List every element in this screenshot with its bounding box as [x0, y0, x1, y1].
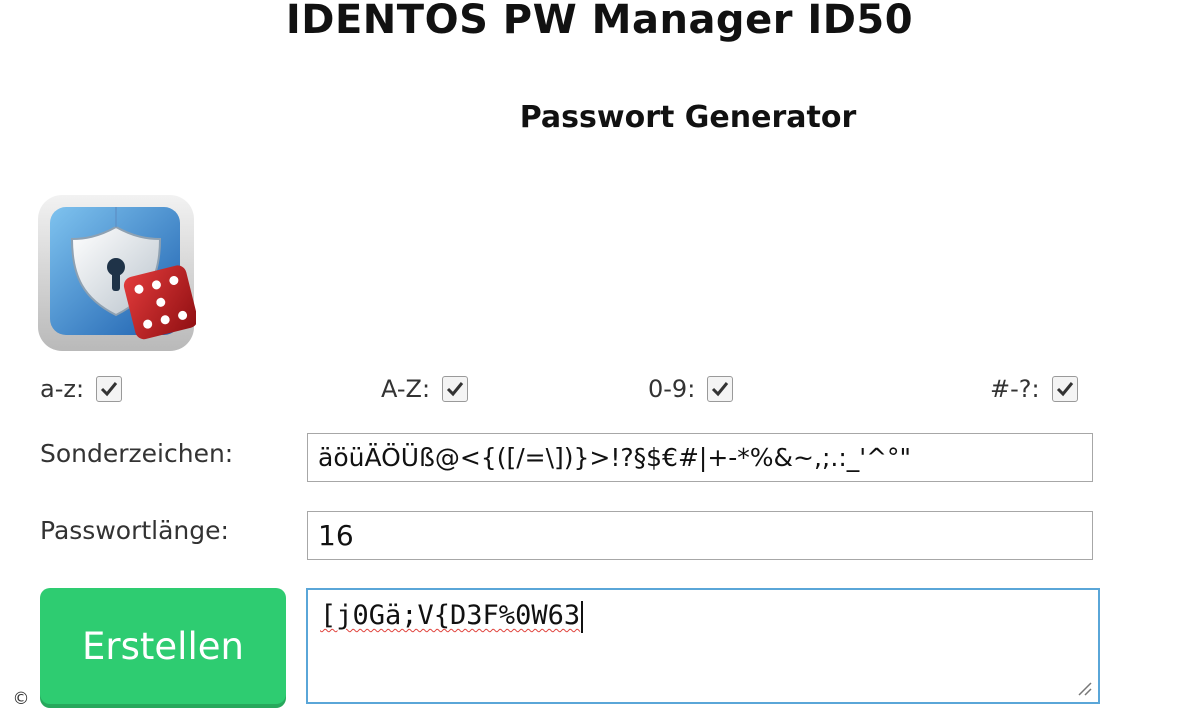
checkbox-lowercase[interactable]	[96, 376, 123, 402]
password-length-input[interactable]: 16	[307, 511, 1093, 560]
checkbox-uppercase[interactable]	[442, 376, 469, 402]
option-special: #-?:	[990, 372, 1078, 406]
password-length-label: Passwortlänge:	[40, 516, 229, 545]
option-special-label: #-?:	[990, 375, 1040, 403]
checkmark-icon	[1056, 382, 1073, 397]
page-title: IDENTOS PW Manager ID50	[285, 0, 914, 43]
special-chars-label: Sonderzeichen:	[40, 439, 234, 468]
password-output-textarea[interactable]: [j0Gä;V{D3F%0W63	[306, 588, 1100, 704]
page-subtitle: Passwort Generator	[519, 100, 857, 135]
checkmark-icon	[447, 382, 464, 397]
app-logo-icon	[36, 193, 198, 353]
option-uppercase-label: A-Z:	[381, 375, 431, 403]
text-caret	[581, 600, 584, 633]
checkbox-digits[interactable]	[707, 376, 734, 402]
resize-grip-icon[interactable]	[1076, 680, 1092, 696]
checkmark-icon	[101, 382, 118, 397]
checkmark-icon	[712, 382, 729, 397]
checkbox-special[interactable]	[1051, 376, 1078, 402]
option-digits: 0-9:	[648, 372, 734, 406]
option-digits-label: 0-9:	[648, 375, 696, 403]
option-lowercase-label: a-z:	[40, 375, 85, 403]
option-lowercase: a-z:	[40, 372, 123, 406]
password-output-text: [j0Gä;V{D3F%0W63	[320, 600, 581, 631]
special-chars-input[interactable]: äöüÄÖÜß@<{([/=\])}>!?§$€#|+-*%&~,;.:_'^°…	[307, 433, 1093, 482]
copyright-icon: ©	[10, 688, 32, 710]
generate-button[interactable]: Erstellen	[40, 588, 286, 704]
option-uppercase: A-Z:	[381, 372, 469, 406]
